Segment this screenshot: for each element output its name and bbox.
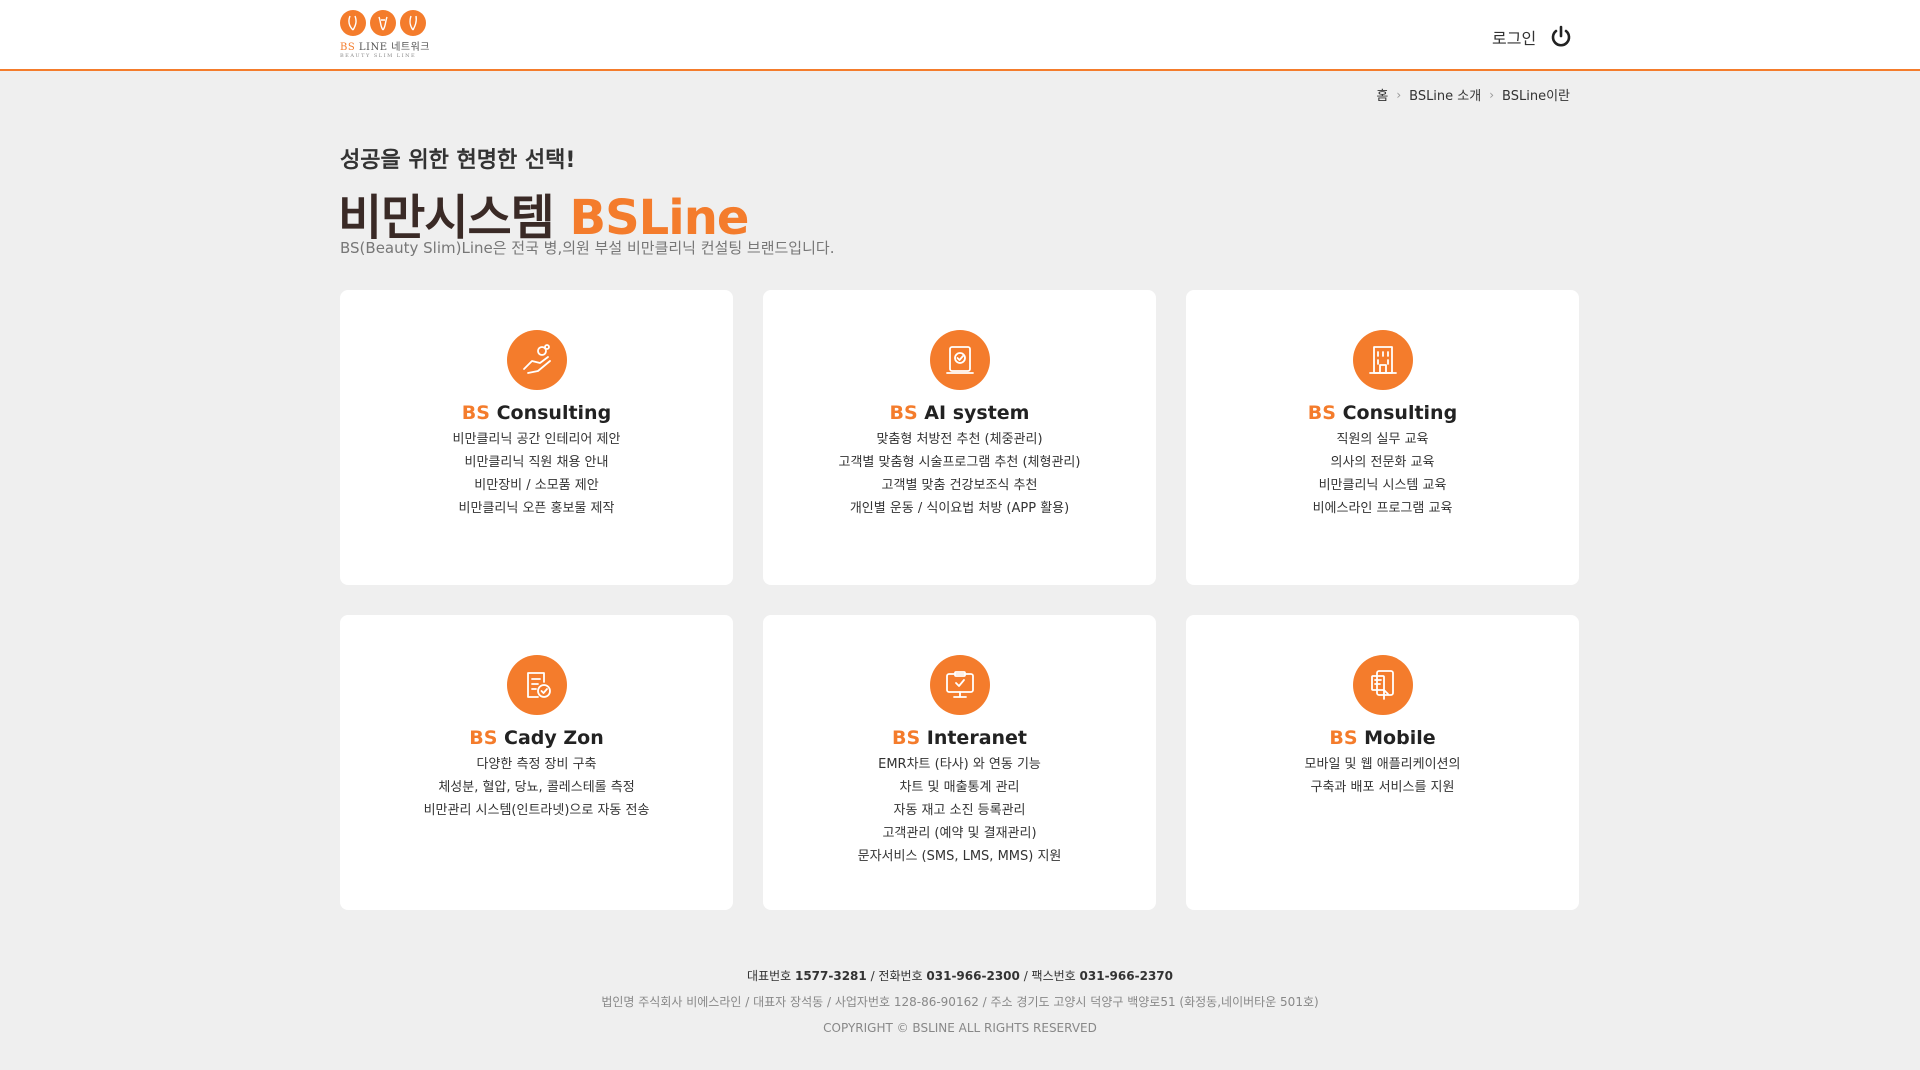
card-title: BS Cady Zon: [469, 727, 604, 749]
card-title: BS AI system: [889, 402, 1030, 424]
card-feature: 비만클리닉 직원 채용 안내: [464, 455, 609, 470]
card-feature-list: 맞춤형 처방전 추천 (체중관리) 고객별 맞춤형 시술프로그램 추천 (체형관…: [763, 428, 1156, 520]
service-card-cady-zon[interactable]: BS Cady Zon 다양한 측정 장비 구축 체성분, 혈압, 당뇨, 콜레…: [340, 615, 733, 910]
monitor-check-icon: [929, 655, 990, 715]
card-feature: 고객관리 (예약 및 결재관리): [882, 826, 1037, 841]
card-title: BS Mobile: [1329, 727, 1436, 749]
service-card-education[interactable]: BS Consulting 직원의 실무 교육 의사의 전문화 교육 비만클리닉…: [1186, 290, 1579, 585]
card-feature: 비만클리닉 공간 인테리어 제안: [452, 432, 621, 447]
card-feature-list: 다양한 측정 장비 구축 체성분, 혈압, 당뇨, 콜레스테롤 측정 비만관리 …: [340, 753, 733, 822]
service-card-consulting[interactable]: BS Consulting 비만클리닉 공간 인테리어 제안 비만클리닉 직원 …: [340, 290, 733, 585]
card-feature-list: EMR차트 (타사) 와 연동 기능 차트 및 매출통계 관리 자동 재고 소진…: [763, 753, 1156, 868]
card-feature: 비만장비 / 소모품 제안: [474, 478, 599, 493]
card-feature: 문자서비스 (SMS, LMS, MMS) 지원: [857, 849, 1062, 864]
footer-contact: 대표번호 1577-3281 / 전화번호 031-966-2300 / 팩스번…: [746, 969, 1173, 983]
logo-tagline: BEAUTY SLIM LINE: [340, 53, 417, 59]
login-button[interactable]: 로그인: [1492, 22, 1574, 52]
service-card-interanet[interactable]: BS Interanet EMR차트 (타사) 와 연동 기능 차트 및 매출통…: [763, 615, 1156, 910]
card-feature-list: 직원의 실무 교육 의사의 전문화 교육 비만클리닉 시스템 교육 비에스라인 …: [1186, 428, 1579, 520]
card-feature: 비만클리닉 시스템 교육: [1318, 478, 1447, 493]
service-card-mobile[interactable]: BS Mobile 모바일 및 웹 애플리케이션의 구축과 배포 서비스를 지원: [1186, 615, 1579, 910]
site-header: BS LINE 네트워크 BEAUTY SLIM LINE 로그인: [0, 0, 1920, 71]
card-feature: 구축과 배포 서비스를 지원: [1310, 780, 1455, 795]
logo-emblem: [340, 10, 430, 36]
card-title: BS Consulting: [461, 402, 612, 424]
logo-figure-icon: [370, 10, 396, 36]
tel-phone-number[interactable]: 031-966-2300: [926, 969, 1019, 983]
card-feature-list: 비만클리닉 공간 인테리어 제안 비만클리닉 직원 채용 안내 비만장비 / 소…: [340, 428, 733, 520]
logo-figure-icon: [400, 10, 426, 36]
mobile-touch-icon: [1352, 655, 1413, 715]
card-title: BS Interanet: [891, 727, 1028, 749]
building-icon: [1352, 330, 1413, 390]
card-feature: 다양한 측정 장비 구축: [476, 757, 597, 772]
rep-phone-number[interactable]: 1577-3281: [795, 969, 867, 983]
logo-text: BS LINE 네트워크: [340, 42, 431, 53]
card-feature: 모바일 및 웹 애플리케이션의: [1304, 757, 1461, 772]
site-footer: 대표번호 1577-3281 / 전화번호 031-966-2300 / 팩스번…: [0, 965, 1920, 1039]
card-feature: 자동 재고 소진 등록관리: [893, 803, 1026, 818]
card-title: BS Consulting: [1307, 402, 1458, 424]
logo-figure-icon: [340, 10, 366, 36]
chevron-right-icon: ›: [1396, 87, 1402, 102]
footer-copyright: COPYRIGHT © BSLINE ALL RIGHTS RESERVED: [823, 1021, 1097, 1035]
card-feature: EMR차트 (타사) 와 연동 기능: [878, 757, 1041, 772]
card-feature: 고객별 맞춤 건강보조식 추천: [881, 478, 1038, 493]
card-feature: 직원의 실무 교육: [1336, 432, 1429, 447]
fax-number: 031-966-2370: [1079, 969, 1173, 983]
breadcrumb-about[interactable]: BSLine 소개: [1409, 85, 1481, 104]
card-feature: 의사의 전문화 교육: [1330, 455, 1435, 470]
card-feature-list: 모바일 및 웹 애플리케이션의 구축과 배포 서비스를 지원: [1186, 753, 1579, 799]
login-label: 로그인: [1492, 29, 1537, 48]
clipboard-check-icon: [506, 655, 567, 715]
hero-kicker: 성공을 위한 현명한 선택!: [340, 148, 576, 173]
hero-description: BS(Beauty Slim)Line은 전국 병,의원 부설 비만클리닉 컨설…: [340, 239, 835, 257]
service-card-ai-system[interactable]: BS AI system 맞춤형 처방전 추천 (체중관리) 고객별 맞춤형 시…: [763, 290, 1156, 585]
card-feature: 비에스라인 프로그램 교육: [1312, 501, 1453, 516]
breadcrumb: 홈 › BSLine 소개 › BSLine이란: [1376, 85, 1570, 105]
card-feature: 체성분, 혈압, 당뇨, 콜레스테롤 측정: [438, 780, 635, 795]
chevron-right-icon: ›: [1489, 87, 1495, 102]
document-check-icon: [929, 330, 990, 390]
card-feature: 고객별 맞춤형 시술프로그램 추천 (체형관리): [838, 455, 1081, 470]
card-feature: 차트 및 매출통계 관리: [899, 780, 1020, 795]
breadcrumb-home[interactable]: 홈: [1376, 85, 1388, 104]
bsline-logo[interactable]: BS LINE 네트워크 BEAUTY SLIM LINE: [340, 10, 430, 62]
card-feature: 비만관리 시스템(인트라넷)으로 자동 전송: [423, 803, 650, 818]
card-feature: 개인별 운동 / 식이요법 처방 (APP 활용): [849, 501, 1070, 516]
hand-coin-icon: [506, 330, 567, 390]
card-feature: 맞춤형 처방전 추천 (체중관리): [876, 432, 1043, 447]
power-icon: [1551, 25, 1571, 47]
footer-company-info: 법인명 주식회사 비에스라인 / 대표자 장석동 / 사업자번호 128-86-…: [601, 995, 1319, 1009]
breadcrumb-current[interactable]: BSLine이란: [1502, 85, 1570, 104]
card-feature: 비만클리닉 오픈 홍보물 제작: [458, 501, 615, 516]
